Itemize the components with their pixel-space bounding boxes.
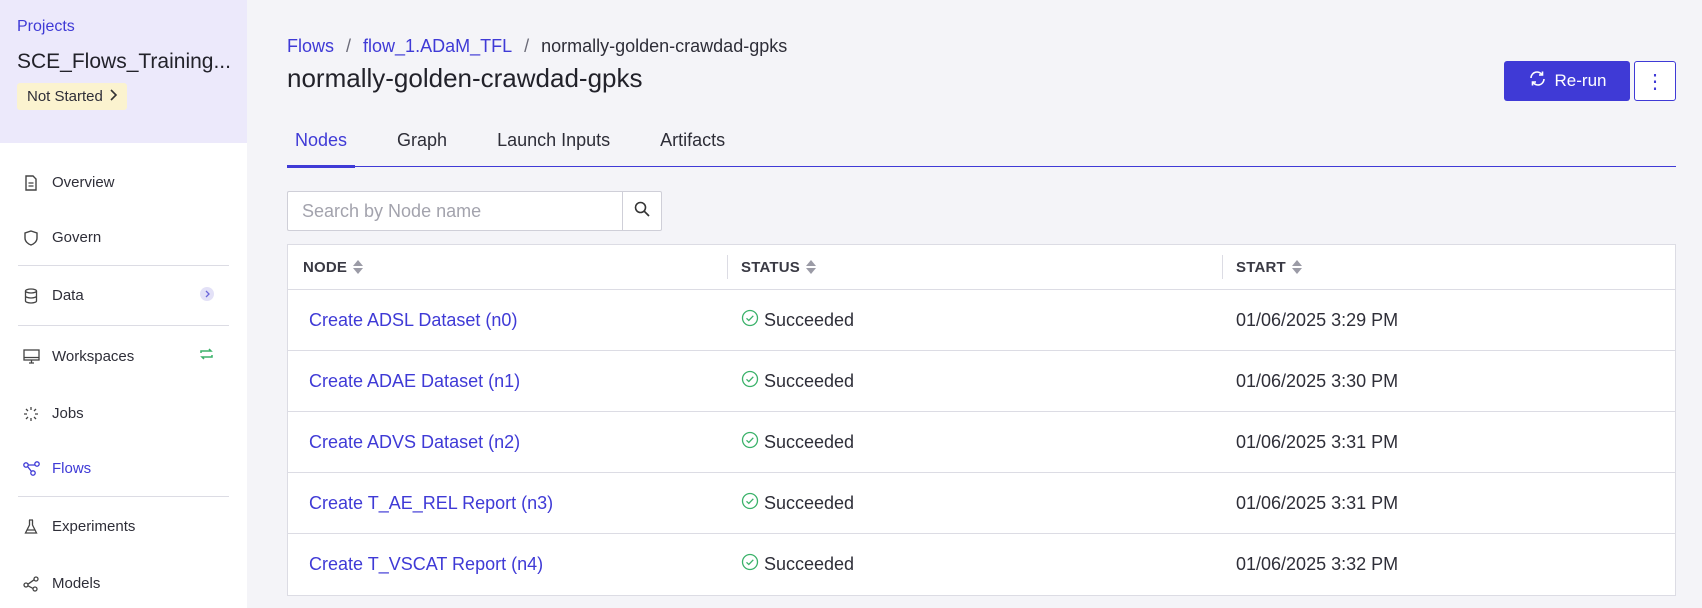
expand-arrow-icon[interactable]: [199, 286, 215, 306]
database-icon: [22, 287, 40, 305]
status-cell: Succeeded: [727, 431, 1222, 454]
rerun-label: Re-run: [1554, 71, 1607, 90]
status-text: Succeeded: [764, 554, 855, 574]
check-circle-icon: [741, 431, 759, 454]
table-row: Create ADVS Dataset (n2) Succeeded 01/06…: [288, 412, 1675, 473]
status-text: Succeeded: [764, 370, 855, 391]
sort-icon: [353, 260, 364, 274]
sidebar-item-flows[interactable]: Flows: [0, 441, 247, 496]
node-link[interactable]: Create ADVS Dataset (n2): [288, 432, 727, 453]
column-label: NODE: [303, 258, 348, 276]
project-header: Projects SCE_Flows_Training... Not Start…: [0, 0, 247, 143]
tab-launch-inputs[interactable]: Launch Inputs: [489, 116, 618, 167]
sidebar-item-label: Jobs: [52, 405, 84, 422]
sidebar-item-workspaces[interactable]: Workspaces: [0, 326, 247, 386]
model-icon: [22, 575, 40, 593]
status-cell: Succeeded: [727, 492, 1222, 515]
sidebar-item-label: Overview: [52, 174, 115, 191]
status-text: Succeeded: [764, 431, 855, 452]
more-options-button[interactable]: ⋮: [1634, 61, 1676, 101]
search-button[interactable]: [622, 191, 662, 231]
sidebar-item-label: Flows: [52, 460, 92, 477]
sidebar-item-jobs[interactable]: Jobs: [0, 386, 247, 441]
table-row: Create ADAE Dataset (n1) Succeeded 01/06…: [288, 351, 1675, 412]
status-cell: Succeeded: [727, 553, 1222, 576]
sidebar-item-label: Workspaces: [52, 347, 135, 365]
page-title: normally-golden-crawdad-gpks: [287, 63, 643, 93]
check-circle-icon: [741, 309, 759, 332]
column-label: STATUS: [741, 258, 800, 276]
node-search: [287, 191, 662, 231]
flow-icon: [22, 460, 40, 478]
rerun-button[interactable]: Re-run: [1504, 61, 1630, 101]
start-time: 01/06/2025 3:30 PM: [1236, 370, 1399, 391]
sidebar-item-experiments[interactable]: Experiments: [0, 497, 247, 556]
project-status-label: Not Started: [27, 88, 103, 105]
column-label: START: [1236, 258, 1286, 276]
table-header: NODE STATUS START: [288, 245, 1675, 290]
start-time: 01/06/2025 3:31 PM: [1236, 492, 1399, 513]
node-link[interactable]: Create ADSL Dataset (n0): [288, 310, 727, 331]
column-header-node[interactable]: NODE: [288, 245, 727, 289]
breadcrumb-flows[interactable]: Flows: [287, 36, 334, 57]
project-status-badge[interactable]: Not Started: [17, 83, 127, 110]
sync-icon: [198, 347, 215, 365]
breadcrumb-current: normally-golden-crawdad-gpks: [541, 36, 788, 56]
sidebar-item-overview[interactable]: Overview: [0, 155, 247, 210]
shield-icon: [22, 229, 40, 247]
chevron-right-icon: [109, 88, 118, 105]
spinner-icon: [22, 405, 40, 423]
column-header-start[interactable]: START: [1222, 245, 1675, 289]
start-time: 01/06/2025 3:29 PM: [1236, 309, 1399, 330]
document-icon: [22, 174, 40, 192]
sidebar-item-label: Govern: [52, 229, 102, 246]
sidebar-item-label: Experiments: [52, 518, 136, 535]
sidebar-nav: Overview Govern Data Workspaces Jobs Flo…: [0, 143, 247, 608]
tab-artifacts[interactable]: Artifacts: [652, 116, 733, 167]
node-link[interactable]: Create T_AE_REL Report (n3): [288, 493, 727, 514]
sidebar-item-models[interactable]: Models: [0, 556, 247, 608]
main-content: Flows / flow_1.ADaM_TFL / normally-golde…: [247, 0, 1702, 608]
flask-icon: [22, 518, 40, 536]
node-link[interactable]: Create T_VSCAT Report (n4): [288, 554, 727, 575]
sort-icon: [805, 260, 816, 274]
monitor-icon: [22, 347, 40, 365]
status-text: Succeeded: [764, 309, 855, 330]
check-circle-icon: [741, 492, 759, 515]
status-text: Succeeded: [764, 492, 855, 513]
check-circle-icon: [741, 553, 759, 576]
nodes-table: NODE STATUS START Create ADSL Dataset (n…: [287, 244, 1676, 596]
projects-link[interactable]: Projects: [17, 18, 231, 36]
node-link[interactable]: Create ADAE Dataset (n1): [288, 371, 727, 392]
search-icon: [634, 201, 650, 222]
sidebar-item-label: Models: [52, 575, 101, 592]
table-row: Create T_AE_REL Report (n3) Succeeded 01…: [288, 473, 1675, 534]
breadcrumb-flow[interactable]: flow_1.ADaM_TFL: [363, 36, 512, 57]
project-name: SCE_Flows_Training...: [17, 50, 231, 73]
breadcrumb: Flows / flow_1.ADaM_TFL / normally-golde…: [287, 36, 787, 57]
tab-graph[interactable]: Graph: [389, 116, 455, 167]
kebab-icon: ⋮: [1645, 70, 1665, 93]
breadcrumb-separator: /: [346, 36, 352, 56]
start-time: 01/06/2025 3:32 PM: [1236, 554, 1399, 574]
table-row: Create ADSL Dataset (n0) Succeeded 01/06…: [288, 290, 1675, 351]
search-input[interactable]: [287, 191, 623, 231]
status-cell: Succeeded: [727, 370, 1222, 393]
table-row: Create T_VSCAT Report (n4) Succeeded 01/…: [288, 534, 1675, 595]
column-header-status[interactable]: STATUS: [727, 245, 1222, 289]
sidebar-item-data[interactable]: Data: [0, 266, 247, 325]
breadcrumb-separator: /: [524, 36, 530, 56]
tab-nodes[interactable]: Nodes: [287, 116, 356, 168]
sidebar-item-govern[interactable]: Govern: [0, 210, 247, 265]
tab-bar: Nodes Graph Launch Inputs Artifacts: [287, 116, 1676, 168]
refresh-icon: [1528, 70, 1547, 92]
status-cell: Succeeded: [727, 309, 1222, 332]
sidebar: Projects SCE_Flows_Training... Not Start…: [0, 0, 247, 608]
sidebar-item-label: Data: [52, 287, 84, 304]
sort-icon: [1291, 260, 1302, 274]
check-circle-icon: [741, 370, 759, 393]
start-time: 01/06/2025 3:31 PM: [1236, 431, 1399, 452]
